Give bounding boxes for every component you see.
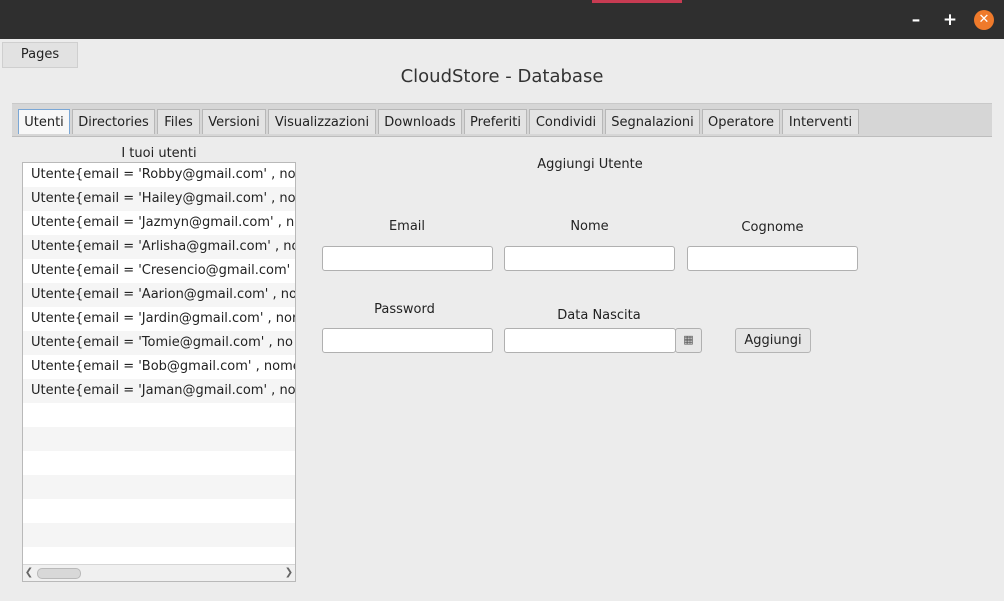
list-item[interactable]: Utente{email = 'Jazmyn@gmail.com' , no xyxy=(23,211,295,235)
minimize-icon[interactable]: – xyxy=(906,10,926,30)
tab-condividi[interactable]: Condividi xyxy=(529,109,603,134)
tab-preferiti[interactable]: Preferiti xyxy=(464,109,527,134)
empty-row xyxy=(23,427,295,451)
page-title: CloudStore - Database xyxy=(400,66,604,87)
cognome-field[interactable] xyxy=(687,246,858,271)
form-title: Aggiungi Utente xyxy=(537,157,643,172)
data-nascita-field[interactable] xyxy=(504,328,676,353)
tab-interventi[interactable]: Interventi xyxy=(782,109,859,134)
password-field[interactable] xyxy=(322,328,493,353)
scroll-right-icon[interactable]: ❯ xyxy=(283,565,295,581)
email-label: Email xyxy=(388,219,426,234)
tab-segnalazioni[interactable]: Segnalazioni xyxy=(605,109,700,134)
horizontal-scrollbar[interactable]: ❮ ❯ xyxy=(23,564,295,581)
scroll-left-icon[interactable]: ❮ xyxy=(23,565,35,581)
calendar-icon[interactable]: ▦ xyxy=(675,328,702,353)
list-item[interactable]: Utente{email = 'Aarion@gmail.com' , no xyxy=(23,283,295,307)
tab-directories[interactable]: Directories xyxy=(72,109,155,134)
users-list[interactable]: Utente{email = 'Robby@gmail.com' , no Ut… xyxy=(22,162,296,582)
list-item[interactable]: Utente{email = 'Hailey@gmail.com' , no xyxy=(23,187,295,211)
password-label: Password xyxy=(374,302,435,317)
empty-row xyxy=(23,451,295,475)
titlebar-accent xyxy=(592,0,682,3)
list-item[interactable]: Utente{email = 'Robby@gmail.com' , no xyxy=(23,163,295,187)
cognome-label: Cognome xyxy=(741,220,804,235)
list-item[interactable]: Utente{email = 'Cresencio@gmail.com' xyxy=(23,259,295,283)
close-icon[interactable]: ✕ xyxy=(974,10,994,30)
empty-row xyxy=(23,403,295,427)
list-item[interactable]: Utente{email = 'Jaman@gmail.com' , no xyxy=(23,379,295,403)
list-item[interactable]: Utente{email = 'Jardin@gmail.com' , nor xyxy=(23,307,295,331)
maximize-icon[interactable]: + xyxy=(940,10,960,30)
nome-field[interactable] xyxy=(504,246,675,271)
list-item[interactable]: Utente{email = 'Bob@gmail.com' , nome xyxy=(23,355,295,379)
tab-utenti[interactable]: Utenti xyxy=(18,109,70,134)
tab-files[interactable]: Files xyxy=(157,109,200,134)
email-field[interactable] xyxy=(322,246,493,271)
empty-row xyxy=(23,523,295,547)
scrollbar-thumb[interactable] xyxy=(37,568,81,579)
menu-bar xyxy=(0,39,1004,68)
data-nascita-label: Data Nascita xyxy=(557,308,641,323)
tab-operatore[interactable]: Operatore xyxy=(702,109,780,134)
users-list-label: I tuoi utenti xyxy=(121,146,197,161)
empty-row xyxy=(23,499,295,523)
nome-label: Nome xyxy=(570,219,609,234)
empty-row xyxy=(23,475,295,499)
list-item[interactable]: Utente{email = 'Tomie@gmail.com' , no xyxy=(23,331,295,355)
menu-pages[interactable]: Pages xyxy=(2,42,78,68)
list-item[interactable]: Utente{email = 'Arlisha@gmail.com' , no xyxy=(23,235,295,259)
add-user-button[interactable]: Aggiungi xyxy=(735,328,811,353)
tab-downloads[interactable]: Downloads xyxy=(378,109,462,134)
tab-visualizzazioni[interactable]: Visualizzazioni xyxy=(268,109,376,134)
tab-versioni[interactable]: Versioni xyxy=(202,109,266,134)
window-titlebar: – + ✕ xyxy=(0,0,1004,39)
